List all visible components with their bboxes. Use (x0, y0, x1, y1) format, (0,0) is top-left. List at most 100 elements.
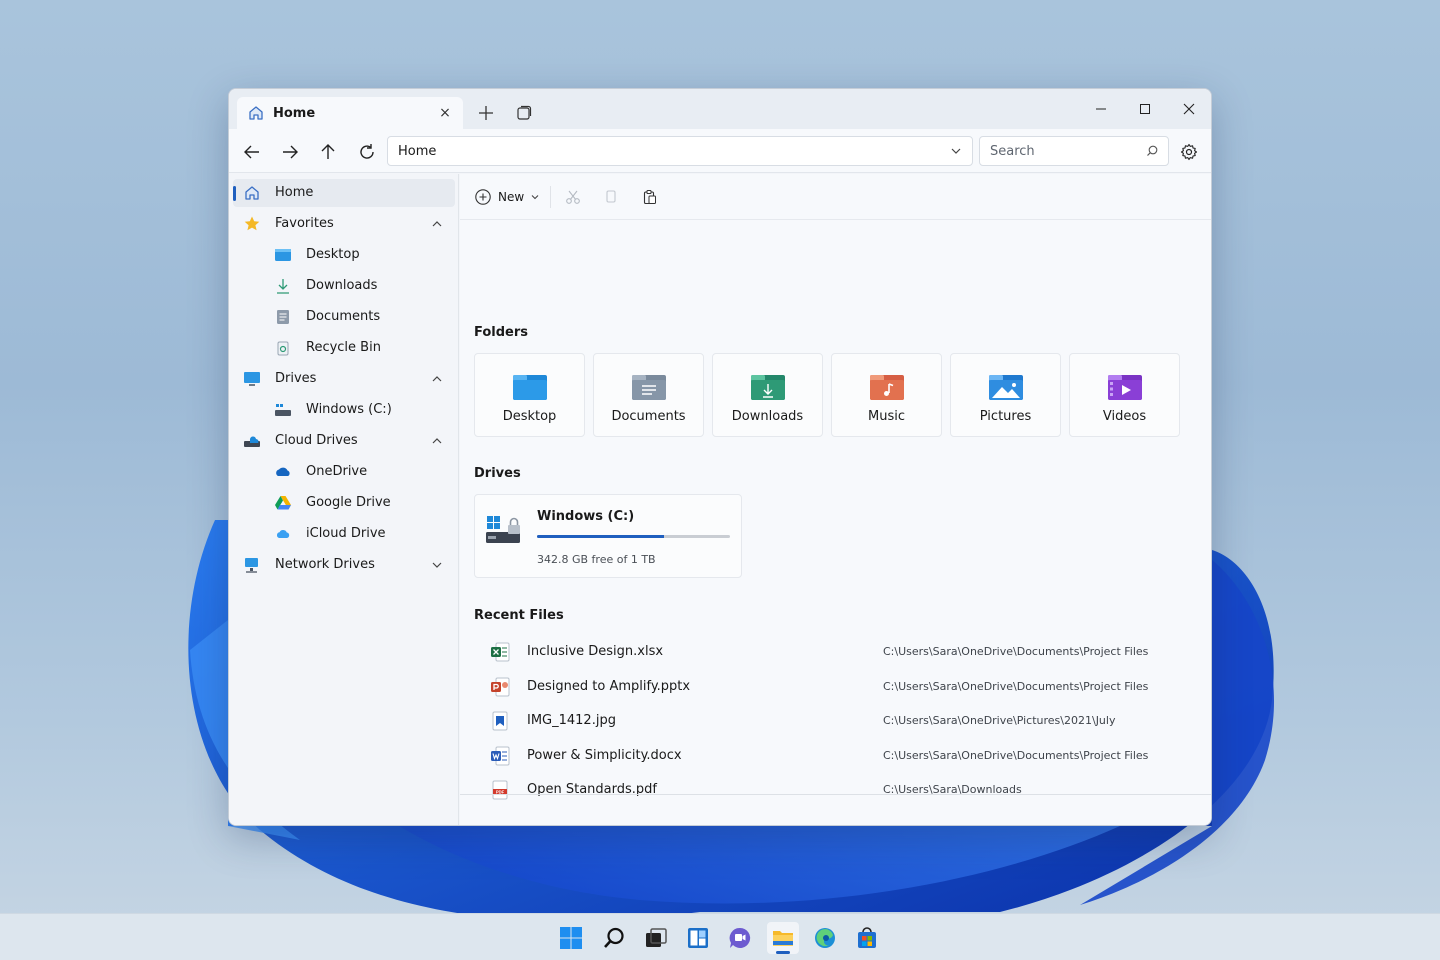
close-window-button[interactable] (1167, 93, 1211, 125)
edge-button[interactable] (809, 922, 841, 954)
monitor-icon (244, 372, 260, 386)
status-bar-divider (460, 794, 1211, 795)
sidebar-item-label: Favorites (275, 216, 334, 231)
task-view-button[interactable] (640, 922, 672, 954)
forward-button[interactable] (277, 139, 303, 165)
paste-button[interactable] (640, 187, 660, 207)
sidebar-item-windows-c[interactable]: Windows (C:) (233, 396, 455, 424)
folder-label: Desktop (502, 409, 557, 424)
divider (550, 186, 551, 208)
sidebar-item-label: Network Drives (275, 557, 375, 572)
folder-card-pictures[interactable]: Pictures (950, 353, 1061, 437)
sidebar-item-favorites[interactable]: Favorites (233, 210, 455, 238)
file-name: IMG_1412.jpg (527, 713, 616, 728)
tab-home[interactable]: Home × (237, 97, 463, 129)
chevron-up-icon[interactable] (431, 218, 443, 230)
minimize-icon (1096, 108, 1106, 110)
sidebar-item-downloads[interactable]: Downloads (233, 272, 455, 300)
active-indicator (233, 186, 236, 201)
arrow-right-icon (283, 145, 298, 159)
copy-icon (606, 190, 616, 203)
desktop-folder-icon (513, 375, 547, 400)
new-tab-button[interactable] (474, 101, 498, 125)
sidebar-item-documents[interactable]: Documents (233, 303, 455, 331)
recent-file-row[interactable]: PDF Open Standards.pdf C:\Users\Sara\Dow… (490, 775, 1190, 805)
chevron-up-icon[interactable] (431, 435, 443, 447)
image-file-icon (492, 711, 508, 731)
sidebar-item-google-drive[interactable]: Google Drive (233, 489, 455, 517)
cut-button[interactable] (563, 187, 583, 207)
chevron-up-icon[interactable] (431, 373, 443, 385)
store-icon (858, 927, 876, 948)
downloads-folder-icon (751, 375, 785, 400)
sidebar-item-desktop[interactable]: Desktop (233, 241, 455, 269)
taskbar-search-button[interactable] (598, 922, 630, 954)
chevron-down-icon[interactable] (950, 145, 962, 157)
navigation-bar: Home Search (229, 129, 1211, 173)
recent-file-row[interactable]: Power & Simplicity.docx C:\Users\Sara\On… (490, 741, 1190, 771)
paste-icon (643, 190, 656, 205)
file-name: Designed to Amplify.pptx (527, 679, 691, 694)
sidebar-item-recycle-bin[interactable]: Recycle Bin (233, 334, 455, 362)
sidebar-item-label: iCloud Drive (306, 526, 386, 541)
command-bar: New (460, 174, 1211, 220)
sidebar-item-drives[interactable]: Drives (233, 365, 455, 393)
widgets-button[interactable] (682, 922, 714, 954)
sidebar-item-label: Desktop (306, 247, 360, 262)
folder-label: Videos (1102, 409, 1147, 424)
maximize-button[interactable] (1123, 93, 1167, 125)
store-button[interactable] (851, 922, 883, 954)
sidebar-item-cloud-drives[interactable]: Cloud Drives (233, 427, 455, 455)
tab-title: Home (273, 105, 316, 121)
up-button[interactable] (315, 139, 341, 165)
duplicate-tab-button[interactable] (512, 101, 536, 125)
windows-start-icon (560, 927, 582, 949)
folder-label: Downloads (731, 409, 804, 424)
file-explorer-taskbar-button[interactable] (767, 922, 799, 954)
folder-card-downloads[interactable]: Downloads (712, 353, 823, 437)
pdf-icon: PDF (492, 780, 508, 800)
chevron-down-icon[interactable] (431, 559, 443, 571)
arrow-up-icon (321, 144, 335, 159)
file-path: C:\Users\Sara\OneDrive\Documents\Project… (883, 749, 1149, 762)
new-button[interactable]: New (474, 184, 540, 210)
file-explorer-icon (773, 931, 793, 946)
network-drive-icon (245, 558, 258, 573)
folder-card-music[interactable]: Music (831, 353, 942, 437)
recent-file-row[interactable]: IMG_1412.jpg C:\Users\Sara\OneDrive\Pict… (490, 706, 1190, 736)
chevron-down-icon (531, 195, 539, 200)
star-icon (244, 216, 260, 231)
recent-file-row[interactable]: Inclusive Design.xlsx C:\Users\Sara\OneD… (490, 637, 1190, 667)
icloud-icon (276, 529, 290, 538)
active-app-indicator (776, 951, 790, 954)
chat-button[interactable] (724, 922, 756, 954)
drives-heading: Drives (474, 466, 521, 481)
drive-icon (275, 404, 291, 416)
sidebar-item-icloud-drive[interactable]: iCloud Drive (233, 520, 455, 548)
folder-card-documents[interactable]: Documents (593, 353, 704, 437)
search-input[interactable]: Search (979, 136, 1169, 166)
videos-folder-icon (1108, 375, 1142, 400)
search-icon (604, 927, 624, 948)
gear-icon (1180, 143, 1198, 161)
recent-file-row[interactable]: Designed to Amplify.pptx C:\Users\Sara\O… (490, 672, 1190, 702)
sidebar-item-onedrive[interactable]: OneDrive (233, 458, 455, 486)
close-tab-icon[interactable]: × (437, 105, 453, 121)
drive-card-windows-c[interactable]: Windows (C:) 342.8 GB free of 1 TB (474, 494, 742, 578)
main-content: New Folders Desktop Documents Downloads … (460, 174, 1211, 825)
refresh-button[interactable] (354, 139, 380, 165)
start-button[interactable] (555, 922, 587, 954)
minimize-button[interactable] (1079, 93, 1123, 125)
drive-icon (486, 516, 520, 543)
back-button[interactable] (239, 139, 265, 165)
sidebar-item-label: Google Drive (306, 495, 391, 510)
folder-card-videos[interactable]: Videos (1069, 353, 1180, 437)
settings-button[interactable] (1176, 139, 1202, 165)
file-name: Power & Simplicity.docx (527, 748, 682, 763)
folder-card-desktop[interactable]: Desktop (474, 353, 585, 437)
folder-label: Music (868, 409, 905, 424)
copy-button[interactable] (601, 187, 621, 207)
sidebar-item-home[interactable]: Home (233, 179, 455, 207)
address-bar[interactable]: Home (387, 136, 973, 166)
sidebar-item-network-drives[interactable]: Network Drives (233, 551, 455, 579)
